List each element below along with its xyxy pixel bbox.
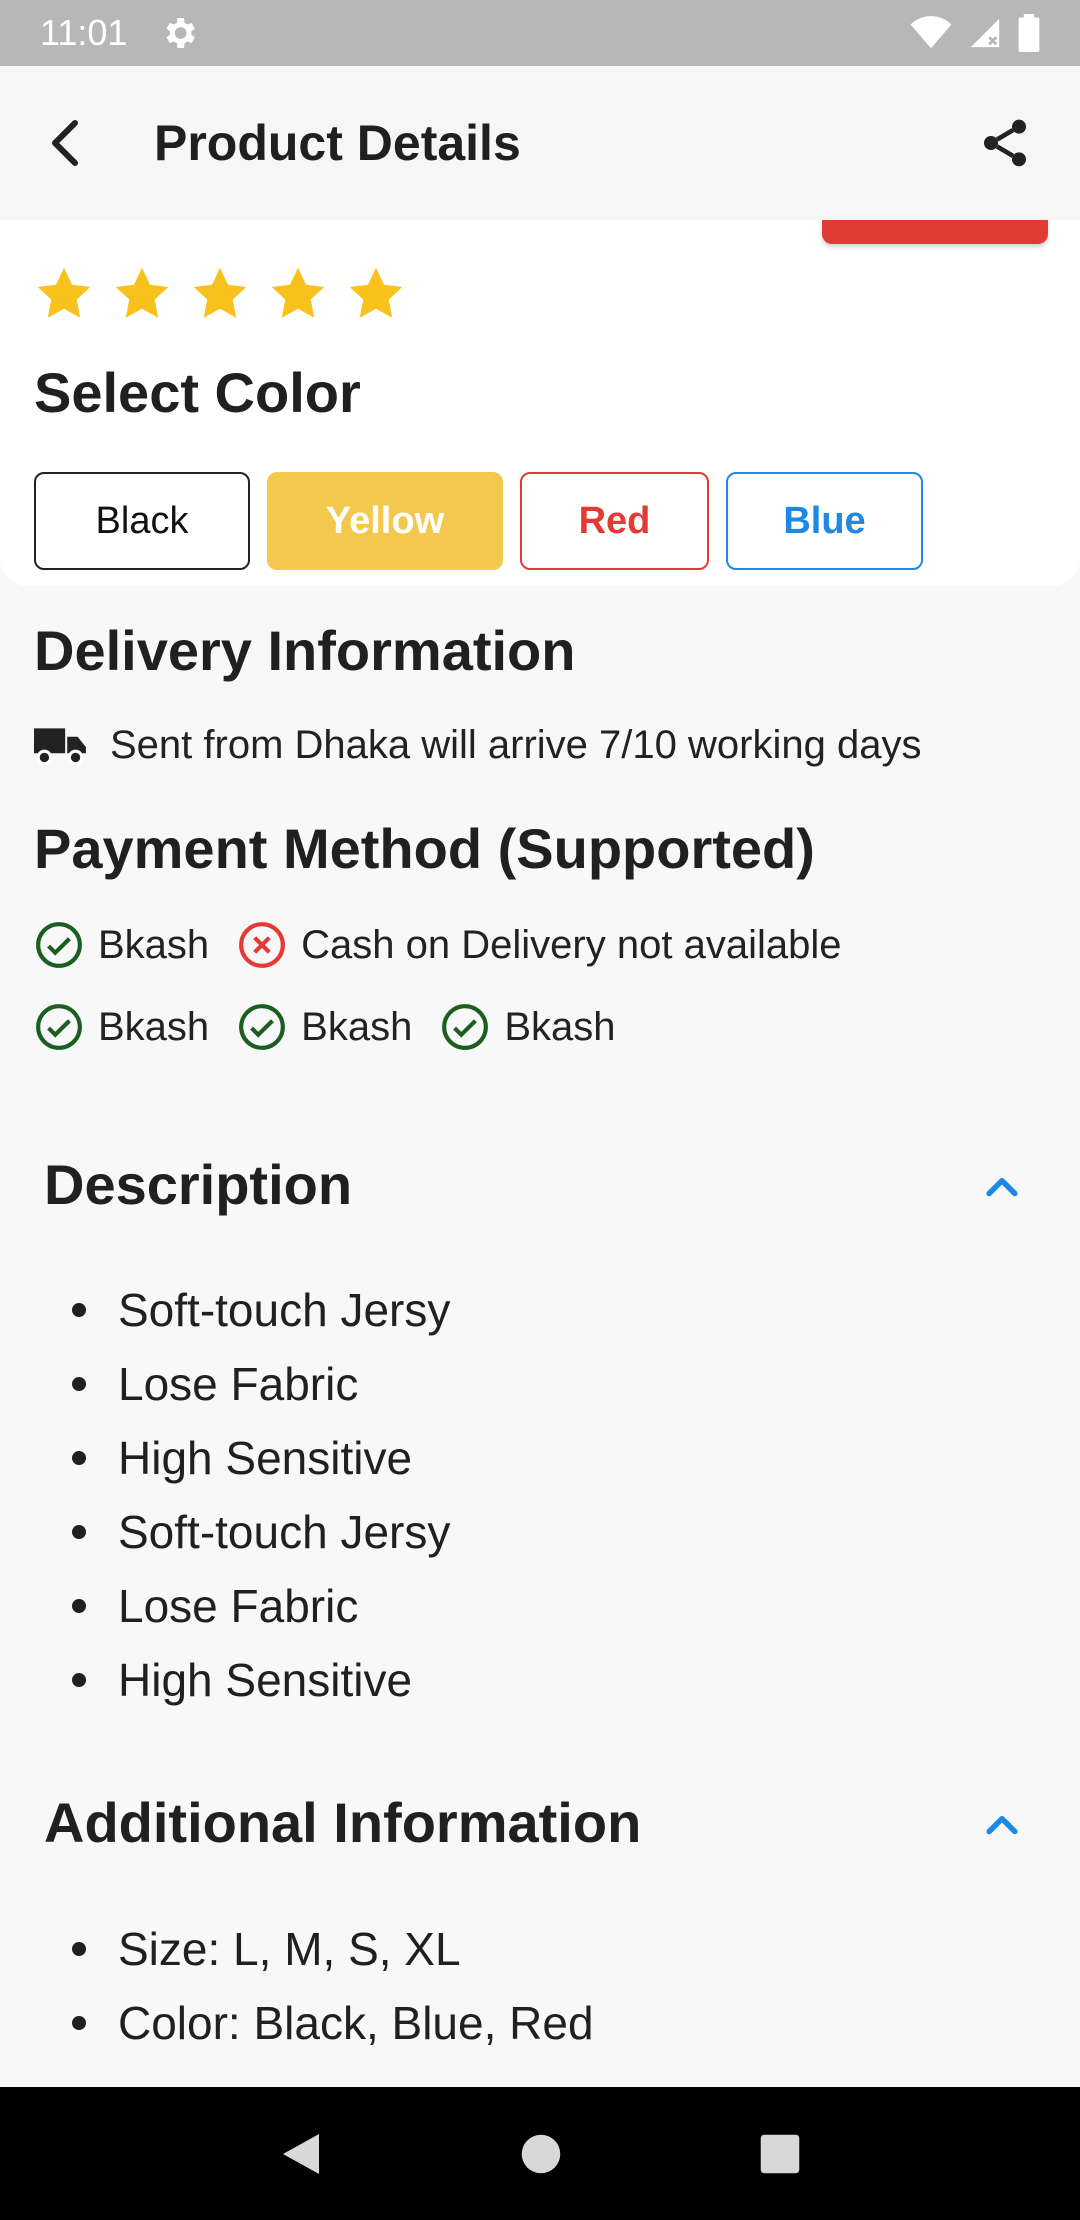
payment-method-item: Cash on Delivery not available (237, 920, 841, 970)
list-item: Soft-touch Jersy (72, 1273, 450, 1347)
back-button[interactable] (30, 108, 100, 178)
payment-method-label: Bkash (98, 922, 210, 967)
color-options: Black Yellow Red Blue (34, 472, 923, 570)
description-list: Soft-touch Jersy Lose Fabric High Sensit… (72, 1273, 450, 1717)
payment-method-label: Bkash (98, 1004, 210, 1049)
star-icon (349, 267, 403, 318)
status-bar: 11:01 (0, 0, 1080, 66)
list-item: Lose Fabric (72, 1569, 450, 1643)
cell-signal-icon (970, 18, 1000, 48)
star-icon (115, 267, 169, 318)
select-color-heading: Select Color (34, 361, 361, 424)
check-circle-icon (239, 1004, 286, 1050)
nav-home-icon[interactable] (520, 2133, 562, 2175)
list-item: High Sensitive (72, 1421, 450, 1495)
list-item: Color: Black, Blue, Red (72, 1986, 594, 2060)
payment-method-item: Bkash (237, 1002, 412, 1052)
delivery-heading: Delivery Information (34, 619, 576, 682)
star-icon (37, 267, 91, 318)
cancel-circle-icon (239, 922, 286, 968)
list-item: Soft-touch Jersy (72, 1495, 450, 1569)
additional-info-list: Size: L, M, S, XL Color: Black, Blue, Re… (72, 1912, 594, 2060)
rating-stars (34, 264, 406, 324)
description-heading[interactable]: Description (44, 1152, 352, 1217)
star-icon (271, 267, 325, 318)
check-circle-icon (36, 922, 82, 968)
share-button[interactable] (970, 108, 1040, 178)
share-icon (984, 119, 1026, 167)
payment-row-2: Bkash Bkash Bkash (34, 1002, 644, 1052)
page-title: Product Details (154, 115, 521, 171)
payment-method-label: Cash on Delivery not available (301, 922, 842, 967)
check-circle-icon (36, 1004, 82, 1050)
payment-heading: Payment Method (Supported) (34, 817, 815, 880)
chevron-up-icon[interactable] (980, 1804, 1024, 1848)
delivery-info: Sent from Dhaka will arrive 7/10 working… (34, 722, 921, 768)
back-arrow-icon (52, 120, 78, 166)
color-chip-red[interactable]: Red (520, 472, 709, 570)
check-circle-icon (442, 1004, 489, 1050)
nav-back-icon[interactable] (279, 2129, 323, 2179)
additional-info-heading[interactable]: Additional Information (44, 1790, 641, 1855)
delivery-text: Sent from Dhaka will arrive 7/10 working… (110, 722, 922, 767)
chevron-up-icon[interactable] (980, 1166, 1024, 1210)
battery-icon (1018, 14, 1040, 52)
list-item: Lose Fabric (72, 1347, 450, 1421)
wifi-icon (910, 16, 952, 49)
list-item: High Sensitive (72, 1643, 450, 1717)
app-bar: Product Details (0, 66, 1080, 220)
color-chip-yellow[interactable]: Yellow (267, 472, 503, 570)
payment-method-item: Bkash (34, 1002, 209, 1052)
payment-method-item: Bkash (34, 920, 209, 970)
status-time: 11:01 (40, 12, 128, 53)
add-to-cart-button-edge[interactable] (822, 220, 1048, 244)
payment-row-1: Bkash Cash on Delivery not available (34, 920, 869, 970)
payment-method-label: Bkash (301, 1004, 413, 1049)
product-options-card: Select Color Black Yellow Red Blue (0, 220, 1080, 586)
star-icon (193, 267, 247, 318)
settings-gear-icon (166, 18, 196, 48)
delivery-truck-icon (34, 728, 86, 766)
system-navigation-bar (0, 2087, 1080, 2220)
color-chip-blue[interactable]: Blue (726, 472, 923, 570)
nav-recents-icon[interactable] (759, 2133, 801, 2175)
color-chip-black[interactable]: Black (34, 472, 250, 570)
list-item: Size: L, M, S, XL (72, 1912, 594, 1986)
payment-method-label: Bkash (504, 1004, 616, 1049)
payment-method-item: Bkash (440, 1002, 616, 1052)
